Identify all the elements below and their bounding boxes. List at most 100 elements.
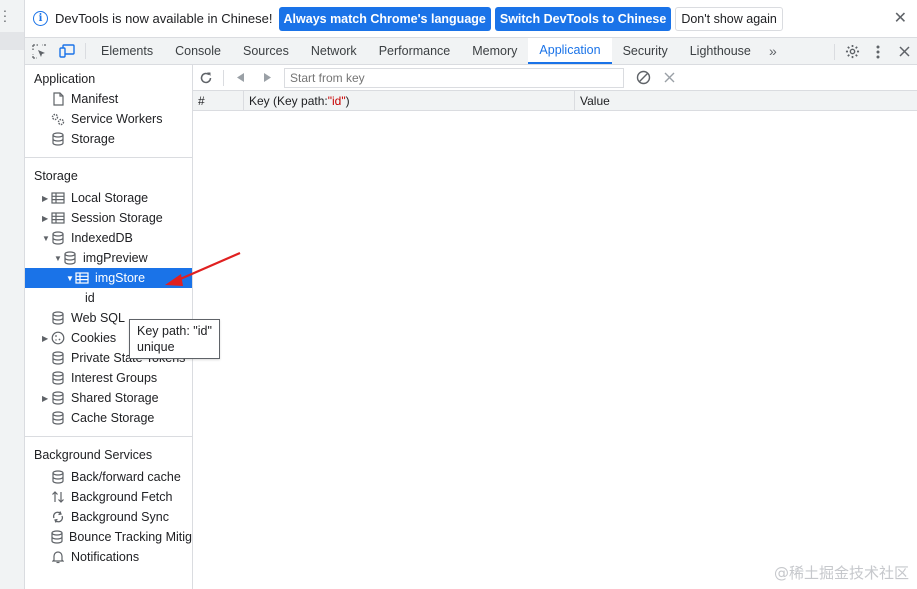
sidebar-item-label: imgPreview <box>83 251 148 265</box>
sidebar-item-background-fetch[interactable]: Background Fetch <box>25 487 192 507</box>
sidebar-item-label: Session Storage <box>71 211 163 225</box>
sidebar-item-manifest[interactable]: Manifest <box>25 89 192 109</box>
tab-performance[interactable]: Performance <box>368 38 462 64</box>
sidebar-item-bounce-tracking[interactable]: Bounce Tracking Mitig <box>25 527 192 547</box>
toolbar-divider <box>223 69 224 86</box>
sidebar-item-interest-groups[interactable]: Interest Groups <box>25 368 192 388</box>
sidebar-item-local-storage[interactable]: ▶ Local Storage <box>25 188 192 208</box>
tab-memory[interactable]: Memory <box>461 38 528 64</box>
sidebar-item-index-id[interactable]: id <box>25 288 192 308</box>
collapse-arrow-icon[interactable]: ▼ <box>42 234 50 243</box>
database-icon <box>50 530 64 544</box>
sidebar-item-cache-storage[interactable]: Cache Storage <box>25 408 192 428</box>
device-toolbar-icon[interactable] <box>53 38 81 64</box>
sidebar-item-back-forward-cache[interactable]: Back/forward cache <box>25 467 192 487</box>
data-grid-header: # Key (Key path: "id") Value <box>193 91 917 111</box>
table-icon <box>50 211 66 225</box>
gears-icon <box>50 112 66 126</box>
tooltip-unique: unique <box>137 340 175 354</box>
expand-arrow-icon[interactable]: ▶ <box>42 394 50 403</box>
sidebar-item-imgstore[interactable]: ▼ imgStore <box>25 268 192 288</box>
table-icon <box>74 271 90 285</box>
database-icon <box>50 311 66 325</box>
database-icon <box>50 132 66 146</box>
sidebar-item-label: Back/forward cache <box>71 470 181 484</box>
sidebar-item-label: Interest Groups <box>71 371 158 385</box>
close-devtools-icon[interactable] <box>891 46 917 57</box>
expand-arrow-icon[interactable]: ▶ <box>42 214 50 223</box>
sidebar-item-label: Background Sync <box>71 510 169 524</box>
tab-lighthouse[interactable]: Lighthouse <box>679 38 762 64</box>
tab-console[interactable]: Console <box>164 38 232 64</box>
collapse-arrow-icon[interactable]: ▼ <box>66 274 74 283</box>
sidebar-item-label: Service Workers <box>71 112 163 126</box>
dont-show-again-button[interactable]: Don't show again <box>675 6 783 31</box>
column-header-index[interactable]: # <box>193 91 244 110</box>
column-header-value[interactable]: Value <box>575 91 917 110</box>
section-divider <box>25 157 192 158</box>
more-options-icon[interactable] <box>865 45 891 59</box>
settings-icon[interactable] <box>839 44 865 59</box>
delete-selected-icon[interactable] <box>656 72 682 83</box>
language-infobar: i DevTools is now available in Chinese! … <box>25 0 917 38</box>
next-page-icon[interactable] <box>254 72 280 83</box>
sidebar-item-indexeddb[interactable]: ▼ IndexedDB <box>25 228 192 248</box>
index-tooltip: Key path: "id" unique <box>129 319 220 359</box>
database-icon <box>50 470 66 484</box>
key-column-suffix: ) <box>345 93 350 108</box>
sidebar-item-label: imgStore <box>95 271 146 285</box>
match-language-button[interactable]: Always match Chrome's language <box>278 6 491 31</box>
tab-application[interactable]: Application <box>528 38 612 64</box>
sidebar-item-session-storage[interactable]: ▶ Session Storage <box>25 208 192 228</box>
sidebar-item-label: Cookies <box>71 331 117 345</box>
toolbar-divider <box>85 43 86 59</box>
infobar-message: DevTools is now available in Chinese! <box>55 11 273 26</box>
page-menu-icon[interactable]: · · · <box>0 3 10 27</box>
bell-icon <box>50 550 66 564</box>
close-icon[interactable]: ✕ <box>894 11 907 27</box>
sidebar-item-notifications[interactable]: Notifications <box>25 547 192 567</box>
sidebar-item-label: Storage <box>71 132 115 146</box>
sidebar-item-label: id <box>85 291 95 305</box>
info-icon: i <box>33 11 48 26</box>
sidebar-item-label: Notifications <box>71 550 140 564</box>
cookie-icon <box>50 331 66 345</box>
database-icon <box>62 251 78 265</box>
more-tabs-icon[interactable]: » <box>762 38 784 64</box>
sidebar-item-background-sync[interactable]: Background Sync <box>25 507 192 527</box>
expand-arrow-icon[interactable]: ▶ <box>42 334 50 343</box>
previous-page-icon[interactable] <box>228 72 254 83</box>
clear-object-store-icon[interactable] <box>630 70 656 85</box>
tab-elements[interactable]: Elements <box>90 38 164 64</box>
sidebar-item-shared-storage[interactable]: ▶ Shared Storage <box>25 388 192 408</box>
start-from-key-input[interactable] <box>284 67 624 88</box>
switch-language-button[interactable]: Switch DevTools to Chinese <box>494 6 672 31</box>
sidebar-item-label: Bounce Tracking Mitig <box>69 530 192 544</box>
sidebar-item-label: IndexedDB <box>71 231 133 245</box>
sync-icon <box>50 510 66 524</box>
collapse-arrow-icon[interactable]: ▼ <box>54 254 62 263</box>
sidebar-item-label: Local Storage <box>71 191 149 205</box>
tab-sources[interactable]: Sources <box>232 38 300 64</box>
database-icon <box>50 351 66 365</box>
data-toolbar <box>193 65 917 91</box>
column-header-key[interactable]: Key (Key path: "id") <box>244 91 575 110</box>
inspect-element-icon[interactable] <box>25 38 53 64</box>
expand-arrow-icon[interactable]: ▶ <box>42 194 50 203</box>
sidebar-item-label: Shared Storage <box>71 391 159 405</box>
key-column-path: "id" <box>327 93 346 108</box>
key-column-prefix: Key (Key path: <box>249 93 328 108</box>
indexeddb-data-view: # Key (Key path: "id") Value <box>193 65 917 589</box>
sidebar-item-service-workers[interactable]: Service Workers <box>25 109 192 129</box>
devtools-window: i DevTools is now available in Chinese! … <box>25 0 917 589</box>
watermark: @稀土掘金技术社区 <box>773 564 909 582</box>
sidebar-item-label: Manifest <box>71 92 119 106</box>
table-icon <box>50 191 66 205</box>
sidebar-item-storage-overview[interactable]: Storage <box>25 129 192 149</box>
tab-security[interactable]: Security <box>612 38 679 64</box>
refresh-icon[interactable] <box>193 71 219 85</box>
sidebar-item-imgpreview[interactable]: ▼ imgPreview <box>25 248 192 268</box>
page-address-strip <box>0 32 24 50</box>
tab-network[interactable]: Network <box>300 38 368 64</box>
sidebar-item-label: Background Fetch <box>71 490 173 504</box>
